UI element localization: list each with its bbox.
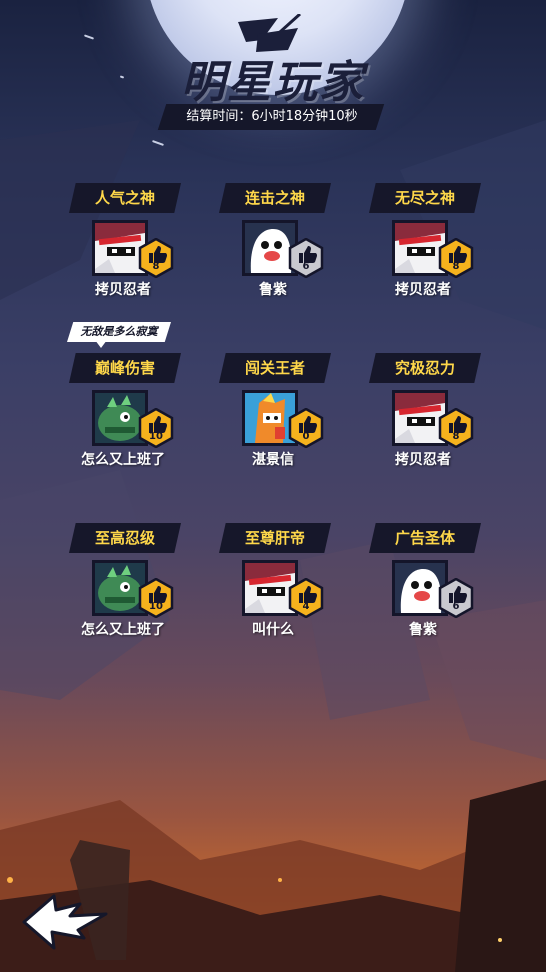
award-title-banner: 连击之神 — [219, 183, 331, 213]
like-count: 8 — [152, 261, 160, 272]
speech-bubble: 无敌是多么寂寞 — [67, 322, 171, 348]
award-title-banner: 究极忍力 — [369, 353, 481, 383]
settlement-time-bar: 结算时间：6小时18分钟10秒 — [150, 104, 394, 130]
like-count: 8 — [452, 261, 460, 272]
award-title: 至尊肝帝 — [244, 529, 305, 547]
award-ad-champion[interactable]: 广告圣体 6 鲁紫 — [363, 523, 503, 643]
award-ultimate-ninja-power[interactable]: 究极忍力 8 拷贝忍者 — [363, 353, 503, 473]
like-count: 10 — [149, 431, 163, 442]
thumbs-up-icon[interactable]: 6 — [438, 577, 474, 619]
player-name: 怎么又上班了 — [81, 622, 165, 638]
background-scenery — [0, 120, 546, 972]
player-name: 拷贝忍者 — [395, 282, 451, 298]
thumbs-up-icon[interactable]: 8 — [438, 237, 474, 279]
player-name: 鲁紫 — [409, 622, 437, 638]
player-name: 拷贝忍者 — [95, 282, 151, 298]
like-count: 6 — [302, 261, 310, 272]
player-name: 怎么又上班了 — [81, 452, 165, 468]
like-count: 6 — [452, 601, 460, 612]
thumbs-up-icon[interactable]: 10 — [138, 407, 174, 449]
award-endless-god[interactable]: 无尽之神 8 拷贝忍者 — [363, 183, 503, 303]
thumbs-up-icon[interactable]: 8 — [138, 237, 174, 279]
award-stage-king[interactable]: 闯关王者 0 湛景信 — [213, 353, 353, 473]
thumbs-up-icon[interactable]: 8 — [438, 407, 474, 449]
header: 明星玩家 结算时间：6小时18分钟10秒 — [0, 0, 546, 140]
thumbs-up-icon[interactable]: 4 — [288, 577, 324, 619]
award-title-banner: 无尽之神 — [369, 183, 481, 213]
page-title: 明星玩家 — [181, 57, 365, 108]
player-name: 鲁紫 — [259, 282, 287, 298]
award-popularity-god[interactable]: 人气之神 8 拷贝忍者 — [63, 183, 203, 303]
player-name: 叫什么 — [252, 622, 294, 638]
award-title-banner: 至高忍级 — [69, 523, 181, 553]
player-name: 湛景信 — [252, 452, 294, 468]
like-count: 4 — [302, 601, 310, 612]
thumbs-up-icon[interactable]: 0 — [288, 407, 324, 449]
award-title-banner: 人气之神 — [69, 183, 181, 213]
settlement-time-text: 结算时间：6小时18分钟10秒 — [186, 109, 358, 124]
award-title-banner: 广告圣体 — [369, 523, 481, 553]
award-top-ninja-level[interactable]: 至高忍级 10 怎么又上班了 — [63, 523, 203, 643]
award-title: 巅峰伤害 — [94, 359, 155, 377]
award-title: 连击之神 — [244, 189, 305, 207]
award-title-banner: 至尊肝帝 — [219, 523, 331, 553]
player-name: 拷贝忍者 — [395, 452, 451, 468]
like-count: 8 — [452, 431, 460, 442]
like-count: 10 — [149, 601, 163, 612]
thumbs-up-icon[interactable]: 6 — [288, 237, 324, 279]
award-title: 人气之神 — [94, 189, 155, 207]
like-count: 0 — [302, 431, 310, 442]
award-supreme-grinder[interactable]: 至尊肝帝 4 叫什么 — [213, 523, 353, 643]
award-title-banner: 巅峰伤害 — [69, 353, 181, 383]
award-title: 至高忍级 — [94, 529, 155, 547]
award-title: 无尽之神 — [394, 189, 455, 207]
award-combo-god[interactable]: 连击之神 6 鲁紫 — [213, 183, 353, 303]
speech-bubble-text: 无敌是多么寂寞 — [80, 325, 158, 338]
back-arrow-icon[interactable] — [20, 892, 110, 952]
award-title: 闯关王者 — [244, 359, 305, 377]
award-peak-damage[interactable]: 巅峰伤害 10 怎么又上班了 — [63, 353, 203, 473]
thumbs-up-icon[interactable]: 10 — [138, 577, 174, 619]
award-title: 广告圣体 — [394, 529, 455, 547]
award-title: 究极忍力 — [394, 359, 455, 377]
award-title-banner: 闯关王者 — [219, 353, 331, 383]
